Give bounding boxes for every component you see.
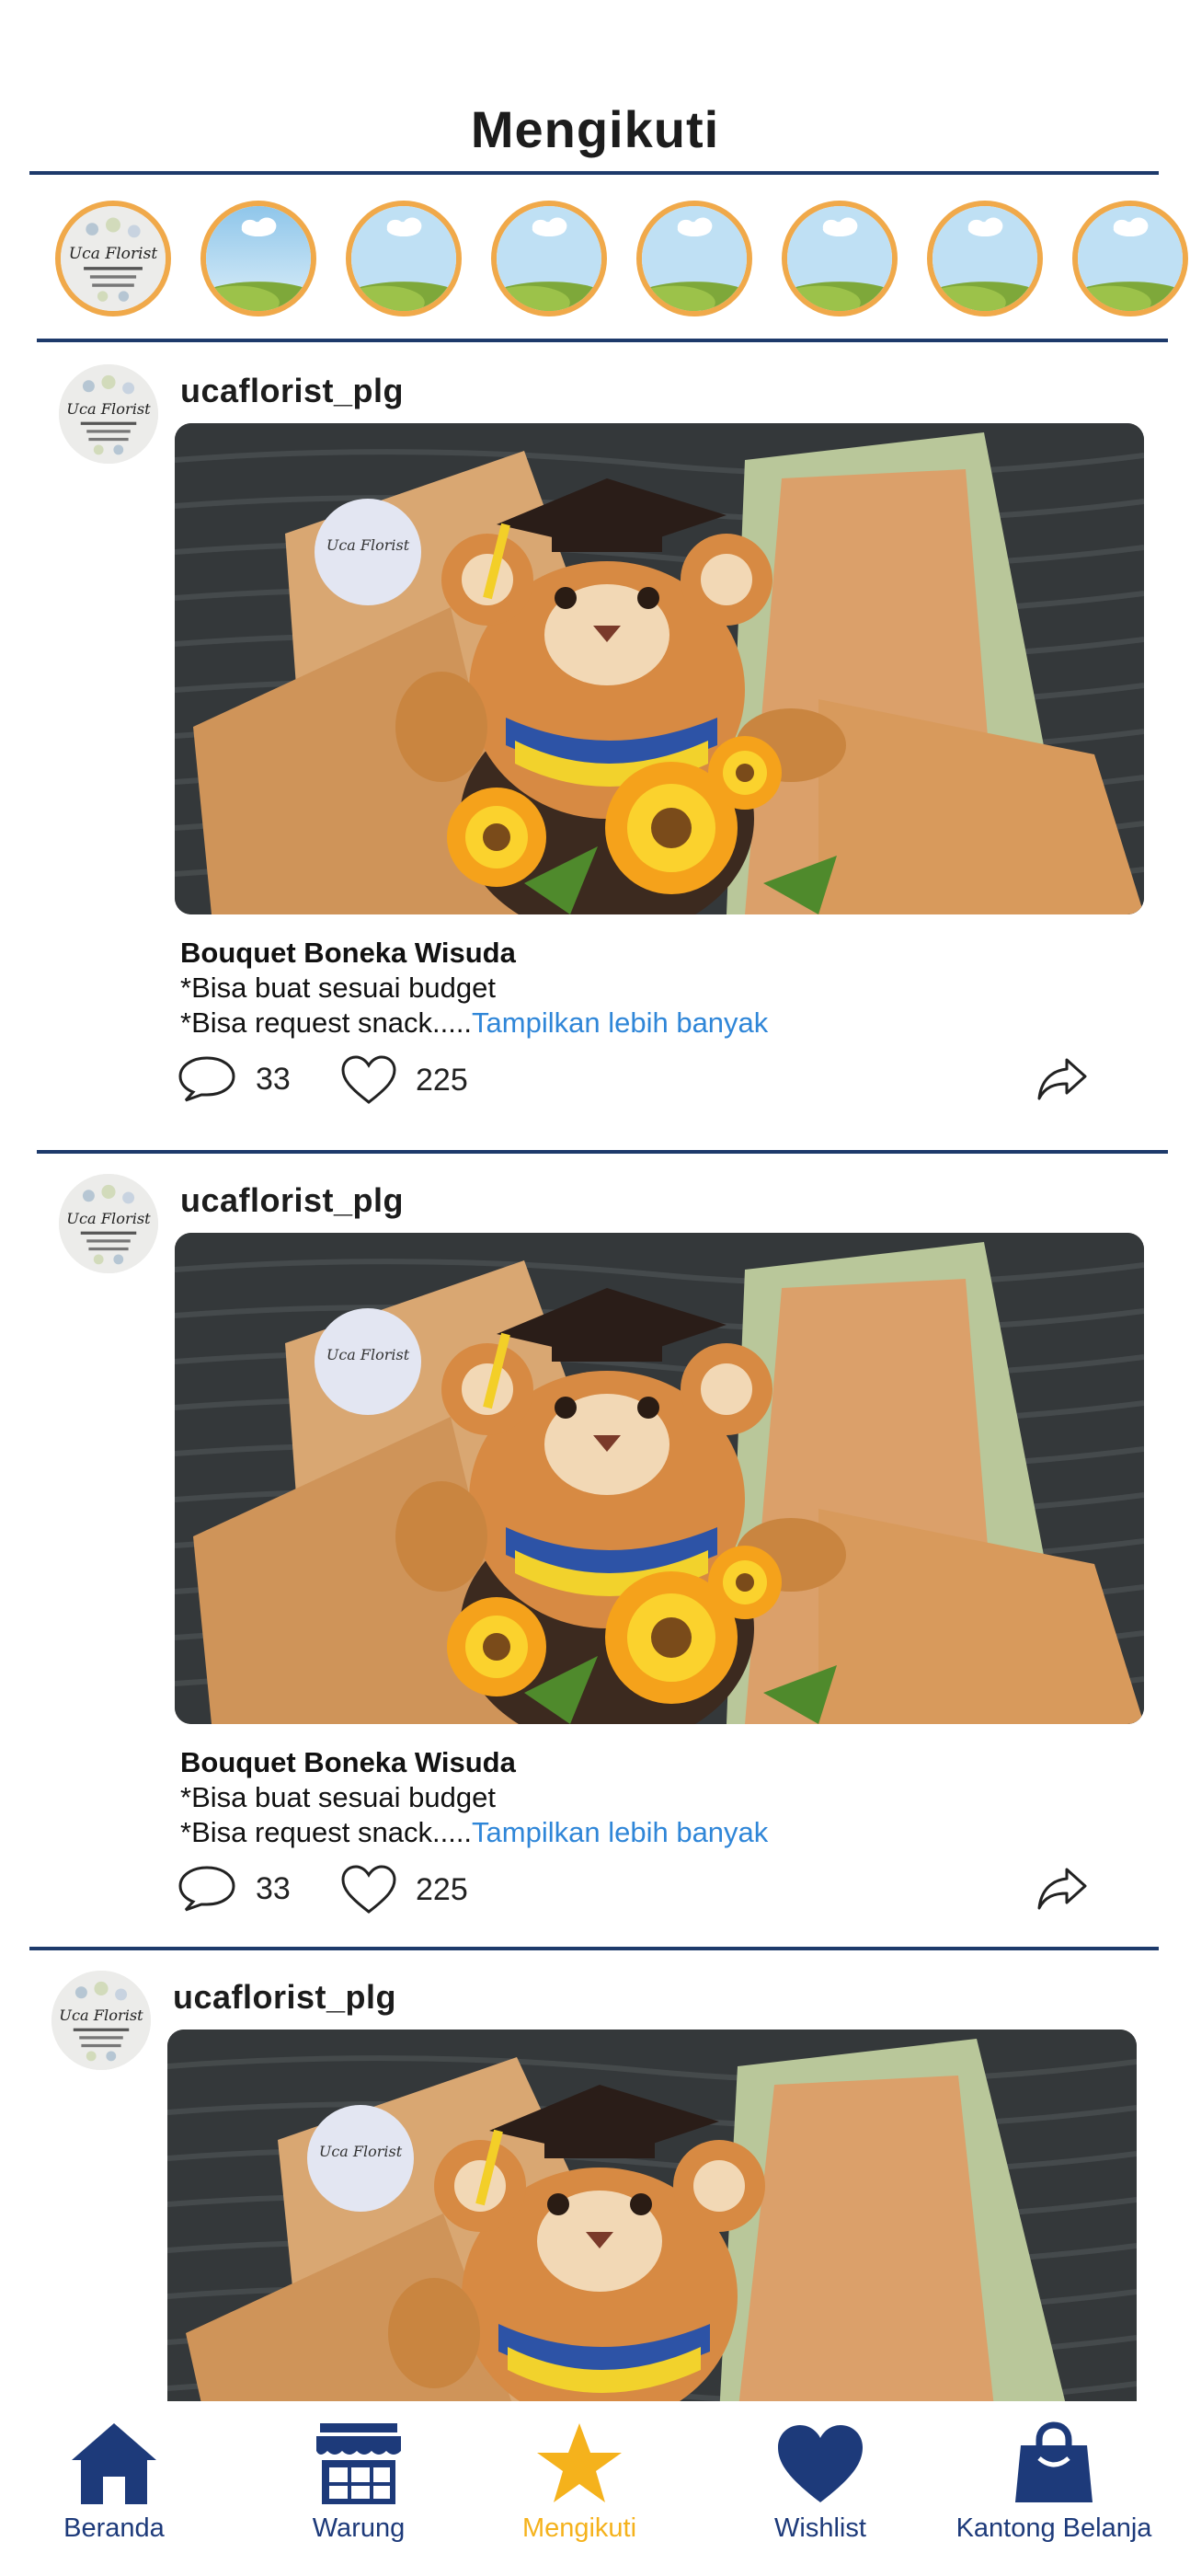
story-avatar-placeholder[interactable] (782, 201, 898, 316)
nav-label: Beranda (63, 2513, 165, 2543)
home-icon (72, 2423, 156, 2504)
like-button[interactable]: 225 (340, 1864, 468, 1915)
post-username[interactable]: ucaflorist_plg (180, 1181, 404, 1220)
uca-florist-logo-icon: Uca Florist (51, 1971, 151, 2070)
star-icon (537, 2423, 622, 2502)
show-more-link[interactable]: Tampilkan lebih banyak (472, 1816, 768, 1848)
uca-florist-logo-icon: Uca Florist (59, 1174, 158, 1273)
share-button[interactable] (1036, 1866, 1089, 1912)
nav-label: Wishlist (774, 2513, 866, 2543)
comment-icon (178, 1056, 235, 1102)
landscape-placeholder-icon (206, 206, 311, 311)
teddy-bouquet-image: Uca Florist (175, 1233, 1144, 1724)
nav-item-warung[interactable]: Warung (285, 2420, 432, 2544)
comment-count: 33 (256, 1870, 291, 1906)
share-icon (1037, 1058, 1087, 1100)
teddy-bouquet-image: Uca Florist (167, 2030, 1137, 2416)
share-button[interactable] (1036, 1056, 1089, 1102)
like-count: 225 (416, 1062, 468, 1098)
avatar[interactable]: Uca Florist (51, 1971, 151, 2070)
like-count: 225 (416, 1871, 468, 1907)
shopping-bag-icon (1015, 2421, 1093, 2502)
comment-icon (178, 1866, 235, 1912)
post-image[interactable]: Uca Florist (175, 1233, 1144, 1724)
landscape-placeholder-icon (497, 206, 601, 311)
post-description-line: *Bisa buat sesuai budget (180, 1781, 496, 1813)
uca-florist-logo-icon: Uca Florist (59, 364, 158, 464)
landscape-placeholder-icon (1078, 206, 1183, 311)
comment-count: 33 (256, 1061, 291, 1097)
landscape-placeholder-icon (351, 206, 456, 311)
svg-text:Uca Florist: Uca Florist (69, 245, 158, 263)
share-icon (1037, 1868, 1087, 1910)
post-username[interactable]: ucaflorist_plg (180, 372, 404, 410)
uca-florist-logo-icon: Uca Florist (61, 206, 166, 311)
svg-text:Uca Florist: Uca Florist (326, 536, 410, 554)
stories-row[interactable]: Uca Florist (55, 197, 1190, 316)
show-more-link[interactable]: Tampilkan lebih banyak (472, 1006, 768, 1039)
post-description-text: *Bisa request snack..... (180, 1006, 473, 1039)
stories-divider (37, 339, 1168, 342)
post-image[interactable]: Uca Florist (167, 2030, 1137, 2416)
post-description-text: *Bisa request snack..... (180, 1816, 473, 1848)
heart-outline-icon (341, 1865, 396, 1914)
app-screen: Mengikuti Uca Florist Uca Florist ucaflo… (0, 0, 1190, 2576)
svg-text:Uca Florist: Uca Florist (319, 2143, 403, 2160)
nav-label: Mengikuti (521, 2513, 637, 2543)
like-button[interactable]: 225 (340, 1054, 468, 1106)
post-description-line: *Bisa request snack.....Tampilkan lebih … (180, 1816, 768, 1849)
post-description-line: *Bisa request snack.....Tampilkan lebih … (180, 1006, 768, 1040)
post-title: Bouquet Boneka Wisuda (180, 937, 516, 969)
nav-label: Warung (312, 2513, 406, 2543)
story-avatar-placeholder[interactable] (636, 201, 752, 316)
svg-text:Uca Florist: Uca Florist (59, 2007, 143, 2024)
bottom-navigation: Beranda Warung Mengikuti Wishlist Kanton… (0, 2401, 1190, 2576)
landscape-placeholder-icon (642, 206, 747, 311)
nav-label: Kantong Belanja (955, 2513, 1152, 2543)
nav-item-beranda[interactable]: Beranda (40, 2420, 188, 2544)
story-avatar-placeholder[interactable] (1072, 201, 1188, 316)
nav-item-mengikuti[interactable]: Mengikuti (506, 2420, 653, 2544)
landscape-placeholder-icon (787, 206, 892, 311)
comment-button[interactable]: 33 (177, 1054, 291, 1104)
teddy-bouquet-image: Uca Florist (175, 423, 1144, 914)
post-description-line: *Bisa buat sesuai budget (180, 972, 496, 1004)
story-avatar-uca-florist[interactable]: Uca Florist (55, 201, 171, 316)
landscape-placeholder-icon (933, 206, 1037, 311)
post-username[interactable]: ucaflorist_plg (173, 1978, 396, 2017)
avatar[interactable]: Uca Florist (59, 1174, 158, 1273)
nav-item-kantong-belanja[interactable]: Kantong Belanja (953, 2420, 1155, 2544)
story-avatar-placeholder[interactable] (927, 201, 1043, 316)
svg-text:Uca Florist: Uca Florist (326, 1346, 410, 1363)
header-divider (29, 171, 1159, 175)
story-avatar-placeholder[interactable] (200, 201, 316, 316)
post-divider (29, 1947, 1159, 1950)
story-avatar-placeholder[interactable] (346, 201, 462, 316)
comment-button[interactable]: 33 (177, 1864, 291, 1914)
story-avatar-placeholder[interactable] (491, 201, 607, 316)
avatar[interactable]: Uca Florist (59, 364, 158, 464)
nav-item-wishlist[interactable]: Wishlist (747, 2420, 894, 2544)
page-title: Mengikuti (470, 100, 720, 158)
svg-text:Uca Florist: Uca Florist (66, 400, 151, 418)
heart-outline-icon (341, 1055, 396, 1104)
post-title: Bouquet Boneka Wisuda (180, 1746, 516, 1778)
post-image[interactable]: Uca Florist (175, 423, 1144, 914)
heart-icon (778, 2425, 863, 2502)
store-icon (316, 2423, 401, 2504)
post-divider (37, 1150, 1168, 1154)
svg-text:Uca Florist: Uca Florist (66, 1210, 151, 1227)
